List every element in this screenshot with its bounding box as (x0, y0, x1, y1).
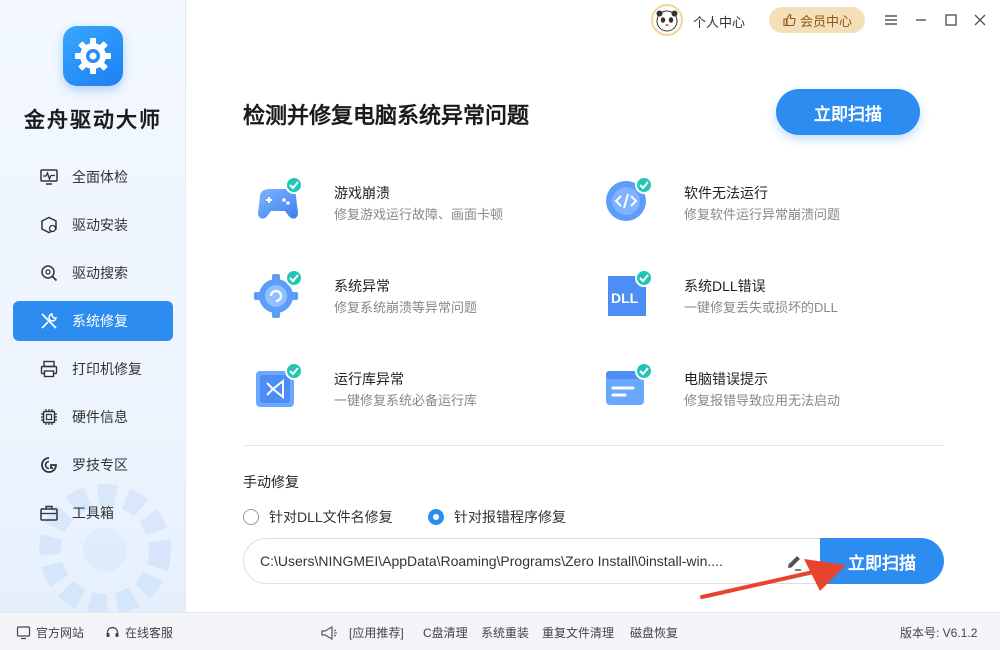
feature-desc: 一键修复系统必备运行库 (334, 393, 478, 408)
feature-desc: 修复系统崩溃等异常问题 (334, 300, 478, 315)
footer-recommend-label: [应用推荐] (349, 626, 404, 640)
sidebar: 金舟驱动大师 全面体检 驱动安装 驱动搜索 系统修复 打印机修复 硬件信息 罗技… (0, 0, 186, 612)
close-icon[interactable] (970, 10, 990, 30)
app-logo (63, 26, 123, 86)
footer-support-link[interactable]: 在线客服 (105, 624, 173, 641)
sidebar-item-label: 硬件信息 (72, 409, 128, 425)
footer-link-c-clean[interactable]: C盘清理 (423, 624, 468, 641)
footer-website-label: 官方网站 (36, 626, 85, 640)
radio-error-program[interactable]: 针对报错程序修复 (428, 507, 566, 527)
website-icon (16, 626, 31, 640)
scan-now-button[interactable]: 立即扫描 (776, 89, 920, 135)
feature-desc: 一键修复丢失或损坏的DLL (684, 300, 838, 315)
sidebar-item-hardware-info[interactable]: 硬件信息 (13, 397, 173, 437)
package-gear-icon (38, 214, 60, 236)
code-icon (606, 176, 653, 221)
feature-desc: 修复游戏运行故障、画面卡顿 (334, 207, 504, 222)
panda-avatar-icon (656, 10, 678, 32)
sidebar-item-label: 驱动搜索 (72, 265, 128, 281)
red-arrow-annotation (700, 559, 846, 599)
user-avatar[interactable] (651, 4, 683, 36)
personal-center-link[interactable]: 个人中心 (693, 12, 745, 31)
monitor-pulse-icon (38, 166, 60, 188)
feature-title: 系统DLL错误 (684, 278, 766, 294)
radio-dll-filename[interactable]: 针对DLL文件名修复 (243, 507, 393, 527)
logitech-icon (38, 454, 60, 476)
footer-website-link[interactable]: 官方网站 (16, 624, 84, 641)
sidebar-item-full-check[interactable]: 全面体检 (13, 157, 173, 197)
manual-repair-title: 手动修复 (243, 474, 299, 490)
feature-dll-error[interactable]: DLL 系统DLL错误 一键修复丢失或损坏的DLL (600, 268, 900, 328)
sidebar-item-label: 打印机修复 (72, 361, 142, 377)
radio-button-checked[interactable] (428, 509, 444, 525)
menu-icon[interactable] (881, 10, 901, 30)
app-name: 金舟驱动大师 (24, 109, 162, 132)
program-path-value: C:\Users\NINGMEI\AppData\Roaming\Program… (260, 553, 723, 569)
svg-text:DLL: DLL (611, 290, 639, 306)
chip-icon (38, 406, 60, 428)
thumbs-up-icon (783, 13, 796, 27)
feature-game-crash[interactable]: 游戏崩溃 修复游戏运行故障、画面卡顿 (250, 175, 550, 235)
radio-label: 针对报错程序修复 (454, 509, 566, 525)
feature-system-error[interactable]: 系统异常 修复系统崩溃等异常问题 (250, 268, 550, 328)
radio-button[interactable] (243, 509, 259, 525)
feature-error-prompt[interactable]: 电脑错误提示 修复报错导致应用无法启动 (600, 361, 900, 421)
footer: 官方网站 在线客服 [应用推荐] C盘清理 系统重装 重复文件清理 磁盘恢复 版… (0, 612, 1000, 650)
feature-software-error[interactable]: 软件无法运行 修复软件运行异常崩溃问题 (600, 175, 900, 235)
dll-icon: DLL (608, 269, 653, 316)
sidebar-item-logitech[interactable]: 罗技专区 (13, 445, 173, 485)
feature-desc: 修复软件运行异常崩溃问题 (684, 207, 841, 222)
minimize-icon[interactable] (911, 10, 931, 30)
feature-desc: 修复报错导致应用无法启动 (684, 393, 841, 408)
error-window-icon (606, 362, 653, 405)
footer-link-disk-recovery[interactable]: 磁盘恢复 (630, 624, 678, 641)
gear-refresh-icon (254, 269, 303, 318)
feature-title: 系统异常 (334, 278, 390, 294)
member-center-label: 会员中心 (799, 13, 852, 29)
feature-title: 电脑错误提示 (684, 371, 768, 387)
footer-recommend[interactable]: [应用推荐] (320, 624, 404, 641)
megaphone-icon (321, 625, 337, 640)
sidebar-item-label: 罗技专区 (72, 457, 128, 473)
divider (243, 445, 944, 446)
sidebar-item-driver-install[interactable]: 驱动安装 (13, 205, 173, 245)
gamepad-icon (258, 176, 303, 219)
version-text: 版本号: V6.1.2 (900, 626, 978, 640)
feature-title: 游戏崩溃 (334, 185, 390, 201)
footer-support-label: 在线客服 (125, 626, 174, 640)
feature-runtime-error[interactable]: 运行库异常 一键修复系统必备运行库 (250, 361, 550, 421)
page-title: 检测并修复电脑系统异常问题 (243, 103, 530, 128)
sidebar-item-system-repair[interactable]: 系统修复 (13, 301, 173, 341)
sidebar-item-label: 全面体检 (72, 169, 128, 185)
sidebar-item-label: 工具箱 (72, 505, 114, 521)
member-center-button[interactable]: 会员中心 (769, 7, 865, 33)
sidebar-item-toolbox[interactable]: 工具箱 (13, 493, 173, 533)
radio-label: 针对DLL文件名修复 (269, 509, 393, 525)
wrench-screwdriver-icon (38, 310, 60, 332)
visual-studio-icon (256, 362, 303, 407)
sidebar-item-label: 系统修复 (72, 313, 128, 329)
toolbox-icon (38, 502, 60, 524)
feature-title: 软件无法运行 (684, 185, 768, 201)
sidebar-item-driver-search[interactable]: 驱动搜索 (13, 253, 173, 293)
maximize-icon[interactable] (941, 10, 961, 30)
footer-link-duplicate-clean[interactable]: 重复文件清理 (542, 624, 614, 641)
feature-title: 运行库异常 (334, 371, 404, 387)
headset-icon (106, 626, 119, 637)
footer-link-reinstall[interactable]: 系统重装 (481, 624, 529, 641)
search-gear-icon (38, 262, 60, 284)
sidebar-item-printer-repair[interactable]: 打印机修复 (13, 349, 173, 389)
sidebar-item-label: 驱动安装 (72, 217, 128, 233)
sidebar-nav: 全面体检 驱动安装 驱动搜索 系统修复 打印机修复 硬件信息 罗技专区 工具箱 (13, 157, 173, 541)
gear-icon (75, 38, 111, 74)
printer-icon (38, 358, 60, 380)
